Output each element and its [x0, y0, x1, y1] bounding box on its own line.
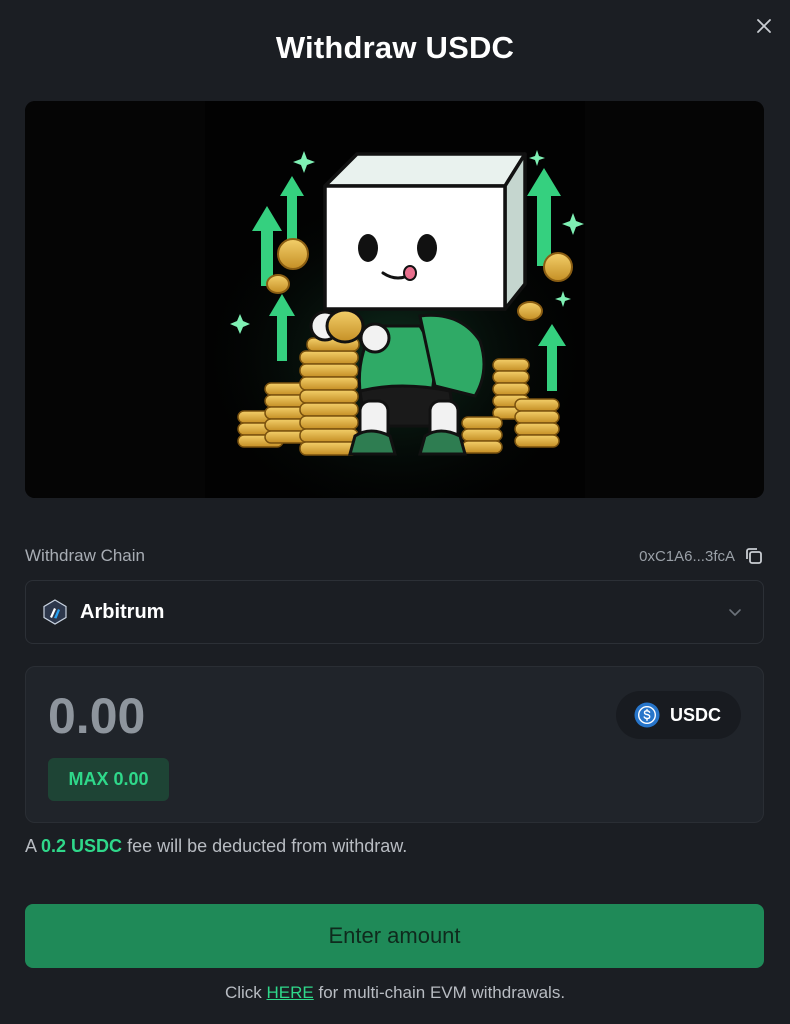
close-button[interactable]: [752, 14, 776, 38]
fee-amount: 0.2 USDC: [41, 836, 123, 856]
max-label: MAX: [68, 769, 109, 789]
selected-chain: Arbitrum: [80, 600, 165, 623]
withdraw-chain-label: Withdraw Chain: [25, 546, 145, 565]
chain-select-dropdown[interactable]: Arbitrum: [25, 580, 764, 644]
fee-notice: A 0.2 USDC fee will be deducted from wit…: [25, 836, 407, 857]
wallet-address-text: 0xC1A6...3fcA: [639, 547, 735, 565]
copy-icon: [746, 548, 762, 564]
withdraw-chain-row: Withdraw Chain 0xC1A6...3fcA: [25, 545, 765, 567]
close-icon: [757, 19, 771, 33]
arbitrum-logo-icon: [43, 599, 67, 625]
chevron-down-icon: [729, 609, 741, 616]
withdraw-modal: Withdraw USDC Withdraw Chain 0xC1A6...3f…: [0, 0, 790, 1024]
token-symbol: USDC: [669, 704, 721, 725]
token-selector[interactable]: USDC: [615, 691, 741, 739]
modal-title: Withdraw USDC: [275, 30, 515, 65]
footer-prefix: Click: [224, 983, 262, 1002]
amount-panel: USDC MAX 0.00: [25, 666, 764, 823]
wallet-address: 0xC1A6...3fcA: [639, 545, 765, 567]
footer-suffix: for multi-chain EVM withdrawals.: [318, 983, 566, 1002]
copy-address-button[interactable]: [743, 545, 765, 567]
fee-suffix: fee will be deducted from withdraw.: [127, 836, 408, 856]
multichain-notice: Click HERE for multi-chain EVM withdrawa…: [0, 983, 790, 1003]
max-value: 0.00: [113, 769, 149, 789]
usdc-coin-icon: [634, 702, 660, 728]
amount-input[interactable]: [48, 687, 448, 745]
max-button[interactable]: MAX 0.00: [48, 758, 169, 801]
fee-prefix: A: [25, 836, 37, 856]
multichain-link[interactable]: HERE: [267, 983, 314, 1002]
hero-illustration: [25, 101, 764, 498]
submit-withdraw-button[interactable]: Enter amount: [25, 904, 764, 968]
